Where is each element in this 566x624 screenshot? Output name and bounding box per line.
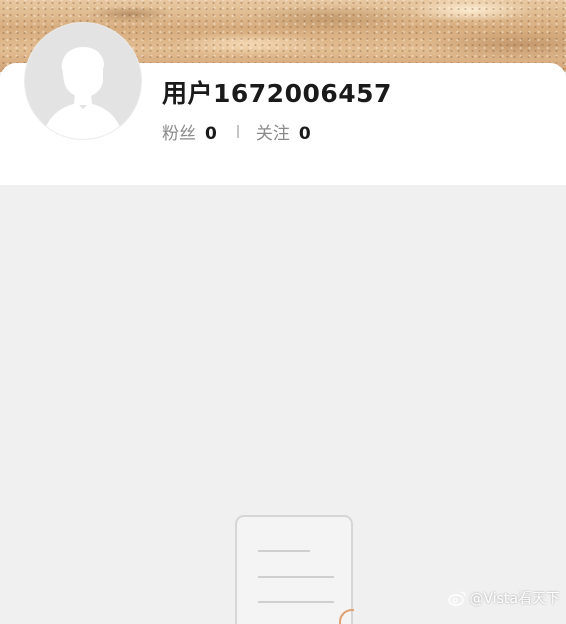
followers-label: 粉丝 (162, 124, 196, 144)
default-avatar-icon (25, 23, 141, 139)
avatar[interactable] (24, 22, 142, 140)
document-icon (235, 515, 354, 624)
followers-count: 0 (205, 124, 217, 144)
profile-stats: 粉丝 0 关注 0 (162, 119, 311, 144)
following-stat[interactable]: 关注 0 (256, 119, 311, 144)
following-label: 关注 (255, 124, 290, 144)
stats-divider (236, 125, 239, 138)
watermark-text: @Vista看天下 (469, 591, 560, 607)
following-count: 0 (298, 124, 311, 144)
weibo-icon (448, 591, 467, 606)
username: 用户1672006457 (162, 79, 392, 108)
followers-stat[interactable]: 粉丝 0 (162, 119, 217, 144)
watermark: @Vista看天下 (448, 588, 560, 608)
